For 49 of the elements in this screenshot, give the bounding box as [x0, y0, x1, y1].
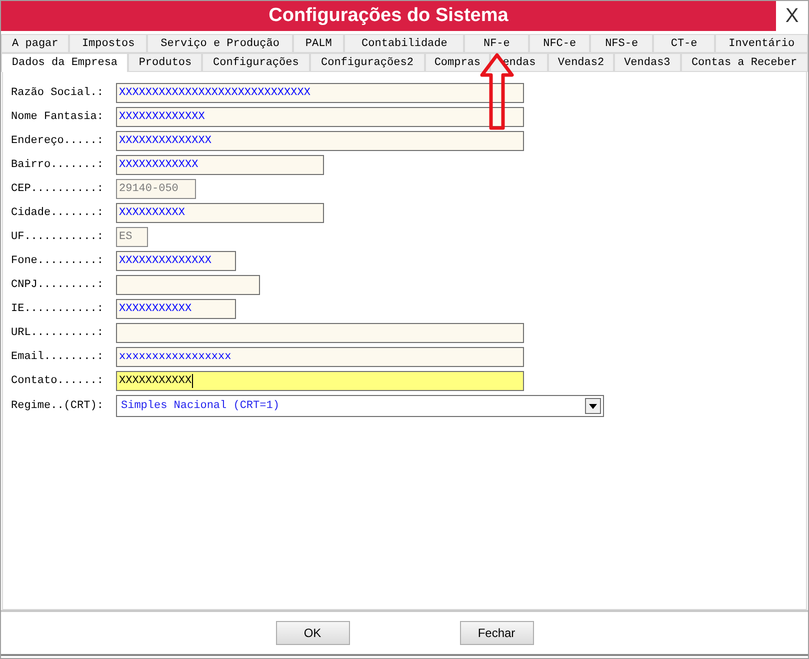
field-label: Nome Fantasia: — [11, 111, 104, 123]
tab[interactable]: PALM — [292, 34, 344, 53]
tab[interactable]: CT-e — [652, 34, 716, 53]
field-label: Endereço.....: — [11, 135, 104, 147]
tab[interactable]: Dados da Empresa — [1, 53, 128, 72]
field-label: CNPJ.........: — [11, 279, 104, 291]
tab[interactable]: Produtos — [128, 53, 202, 72]
window-title: Configurações do Sistema — [268, 5, 510, 27]
field-label: Email........: — [11, 351, 104, 363]
field-label: UF...........: — [11, 231, 104, 243]
field-label: Bairro.......: — [11, 159, 104, 171]
field-label: Fone.........: — [11, 255, 104, 267]
input-field[interactable]: XXXXXXXXXXXXXX — [116, 131, 524, 151]
field-label: Contato......: — [11, 375, 104, 387]
dropdown[interactable]: Simples Nacional (CRT=1) — [116, 395, 604, 417]
field-label: IE...........: — [11, 303, 104, 315]
tab[interactable]: Vendas3 — [614, 53, 681, 72]
dialog-button[interactable]: Fechar — [460, 621, 534, 645]
tab[interactable]: Contas a Receber — [680, 53, 808, 72]
caret-icon — [589, 404, 597, 408]
input-field[interactable]: XXXXXXXXXXXXXXXXXXXXXXXXXXXXX — [116, 83, 524, 103]
tab[interactable]: A pagar — [1, 34, 70, 53]
input-field[interactable]: XXXXXXXXXXXXX — [116, 107, 524, 127]
field-label: Razão Social.: — [11, 87, 104, 99]
tab[interactable]: NF-e — [464, 34, 529, 53]
tab[interactable]: Configurações2 — [310, 53, 425, 72]
input-field[interactable]: XXXXXXXXXXX — [116, 371, 524, 391]
input-field[interactable]: xxxxxxxxxxxxxxxxx — [116, 347, 524, 367]
tab[interactable]: Serviço e Produção — [147, 34, 293, 53]
input-field[interactable]: XXXXXXXXXX — [116, 203, 324, 223]
tab[interactable]: Inventário — [715, 34, 808, 53]
tab[interactable]: NFS-e — [590, 34, 653, 53]
tab[interactable]: NFC-e — [528, 34, 590, 53]
tab[interactable]: Vendas2 — [548, 53, 614, 72]
dialog-button[interactable]: OK — [276, 621, 350, 645]
input-field[interactable]: XXXXXXXXXXXX — [116, 155, 324, 175]
close-button[interactable]: X — [776, 1, 808, 31]
tab[interactable]: Contabilidade — [344, 34, 464, 53]
field-label: Cidade.......: — [11, 207, 104, 219]
input-field[interactable]: XXXXXXXXXXX — [116, 299, 236, 319]
input-field[interactable]: XXXXXXXXXXXXXX — [116, 251, 236, 271]
input-field[interactable] — [116, 275, 260, 295]
tab[interactable]: Impostos — [69, 34, 148, 53]
field-label: URL..........: — [11, 327, 104, 339]
tab[interactable]: Configurações — [202, 53, 310, 72]
field-label: CEP..........: — [11, 183, 104, 195]
input-field[interactable] — [116, 323, 524, 343]
field-label: Regime..(CRT): — [11, 400, 104, 412]
tab[interactable]: Compras — [424, 53, 490, 72]
